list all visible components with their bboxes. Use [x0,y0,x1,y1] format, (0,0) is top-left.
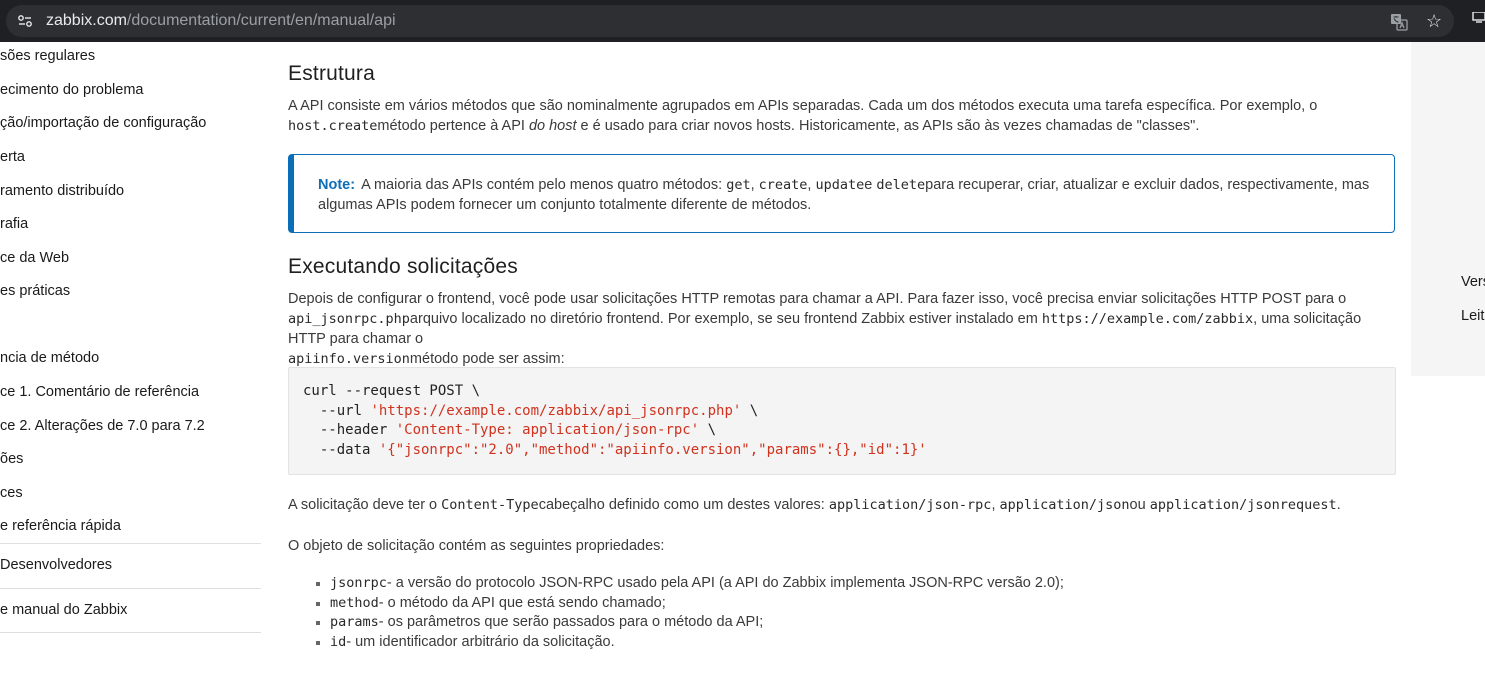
url-path: /documentation/current/en/manual/api [126,12,396,29]
text: - um identificador arbitrário da solicit… [346,633,615,650]
emphasis: do host [528,118,577,134]
note-box: Note: A maioria das APIs contém pelo meno… [288,154,1395,233]
code-token: \ [699,422,717,438]
sidebar-item[interactable]: ncia de método [0,350,99,366]
code-content: curl --request POST \ --url 'https://exa… [303,382,927,460]
inline-code: id [330,633,347,650]
text: arquivo localizado no diretório frontend… [409,311,1042,327]
inline-code: Content-Type [441,497,539,513]
list-item: id- um identificador arbitrário da solic… [316,633,1064,653]
structure-paragraph: A API consiste em vários métodos que são… [288,96,1378,136]
bookmark-star-icon[interactable]: ☆ [1426,12,1442,30]
text: , [750,177,759,193]
inline-code: jsonrpc [330,575,387,591]
inline-code: application/jsonrequest [1149,497,1337,513]
inline-code: get [726,177,751,193]
sidebar-item[interactable]: ção/importação de configuração [0,115,206,131]
inline-code: params [330,614,379,630]
list-item: method- o método da API que está sendo c… [316,594,1064,614]
text: A maioria das APIs contém pelo menos qua… [361,177,727,193]
code-token: --url [303,402,371,419]
code-string: 'Content-Type: application/json-rpc' [395,422,700,438]
sidebar-section-manual[interactable]: e manual do Zabbix [0,602,127,618]
inline-code: application/json-rpc [828,497,992,513]
code-token: \ [741,402,759,419]
text: método pertence à API [377,118,529,134]
properties-list: jsonrpc- a versão do protocolo JSON-RPC … [316,574,1064,652]
content-type-paragraph: A solicitação deve ter o Content-Typecab… [288,495,1393,515]
list-item: jsonrpc- a versão do protocolo JSON-RPC … [316,574,1064,594]
sidebar-item[interactable]: erta [0,149,25,165]
inline-code: update [815,177,865,193]
extension-icon[interactable] [1472,12,1485,23]
site-info-icon[interactable] [17,13,33,29]
inline-code: https://example.com/zabbix [1041,311,1254,327]
note-text: Note: A maioria das APIs contém pelo meno… [318,175,1378,215]
address-bar[interactable]: zabbix.com/documentation/current/en/manu… [6,5,1454,37]
sidebar-item[interactable]: es práticas [0,283,70,299]
url-host: zabbix.com [46,12,127,29]
inline-code: apiinfo.version [288,351,410,367]
properties-intro: O objeto de solicitação contém as seguin… [288,538,665,554]
sidebar-item[interactable]: ce da Web [0,250,69,266]
sidebar-divider [0,632,261,633]
heading-structure: Estrutura [288,62,375,85]
note-label: Note: [318,177,356,193]
text: - os parâmetros que serão passados para … [378,614,764,630]
inline-code: application/json [999,497,1130,513]
code-line: curl --request POST \ [303,383,481,399]
code-string: '{"jsonrpc":"2.0","method":"apiinfo.vers… [378,441,927,458]
text: método pode ser assim: [409,351,565,367]
sidebar-item[interactable]: ões [0,451,23,467]
sidebar-item[interactable]: rafia [0,216,28,232]
inline-code: method [330,594,379,611]
requests-paragraph: Depois de configurar o frontend, você po… [288,289,1393,369]
inline-code: host.create [288,118,378,134]
inline-code: create [758,177,808,193]
text: A API consiste em vários métodos que são… [288,98,1318,114]
inline-code: delete [876,177,926,193]
text: - o método da API que está sendo chamado… [378,594,666,611]
sidebar-divider [0,543,261,544]
sidebar-item[interactable]: ce 1. Comentário de referência [0,384,199,400]
text: e é usado para criar novos hosts. Histor… [576,118,1200,134]
heading-requests: Executando solicitações [288,255,518,278]
sidebar-item[interactable]: ecimento do problema [0,82,143,98]
text: Depois de configurar o frontend, você po… [288,291,1347,307]
text: , [991,497,1000,513]
sidebar-item[interactable]: ces [0,485,23,501]
sidebar-item[interactable]: e referência rápida [0,518,121,534]
browser-toolbar: zabbix.com/documentation/current/en/manu… [0,0,1485,42]
text: A solicitação deve ter o [288,497,442,513]
code-block[interactable]: curl --request POST \ --url 'https://exa… [288,367,1396,475]
sidebar-item[interactable]: ramento distribuído [0,183,124,199]
url-text[interactable]: zabbix.com/documentation/current/en/manu… [46,12,396,30]
translate-icon[interactable] [1390,13,1408,31]
right-sidebar: Vers Leit [1411,42,1485,376]
text: cabeçalho definido como um destes valore… [538,497,829,513]
list-item: params- os parâmetros que serão passados… [316,613,1064,633]
text: . [1336,497,1341,513]
code-token: --header [303,422,396,438]
text: - a versão do protocolo JSON-RPC usado p… [386,575,1064,591]
sidebar-item[interactable]: sões regulares [0,48,95,64]
code-string: 'https://example.com/zabbix/api_jsonrpc.… [370,402,742,419]
inline-code: api_jsonrpc.php [288,311,410,327]
docs-sidebar: sões regulares ecimento do problema ção/… [0,42,261,673]
text: e [864,177,877,193]
sidebar-section-developers[interactable]: Desenvolvedores [0,557,112,573]
right-sidebar-item[interactable]: Vers [1461,274,1485,290]
sidebar-item[interactable]: ce 2. Alterações de 7.0 para 7.2 [0,418,205,434]
text: ou [1129,497,1150,513]
sidebar-divider [0,588,261,589]
code-token: --data [303,441,379,458]
right-sidebar-item[interactable]: Leit [1461,308,1484,324]
